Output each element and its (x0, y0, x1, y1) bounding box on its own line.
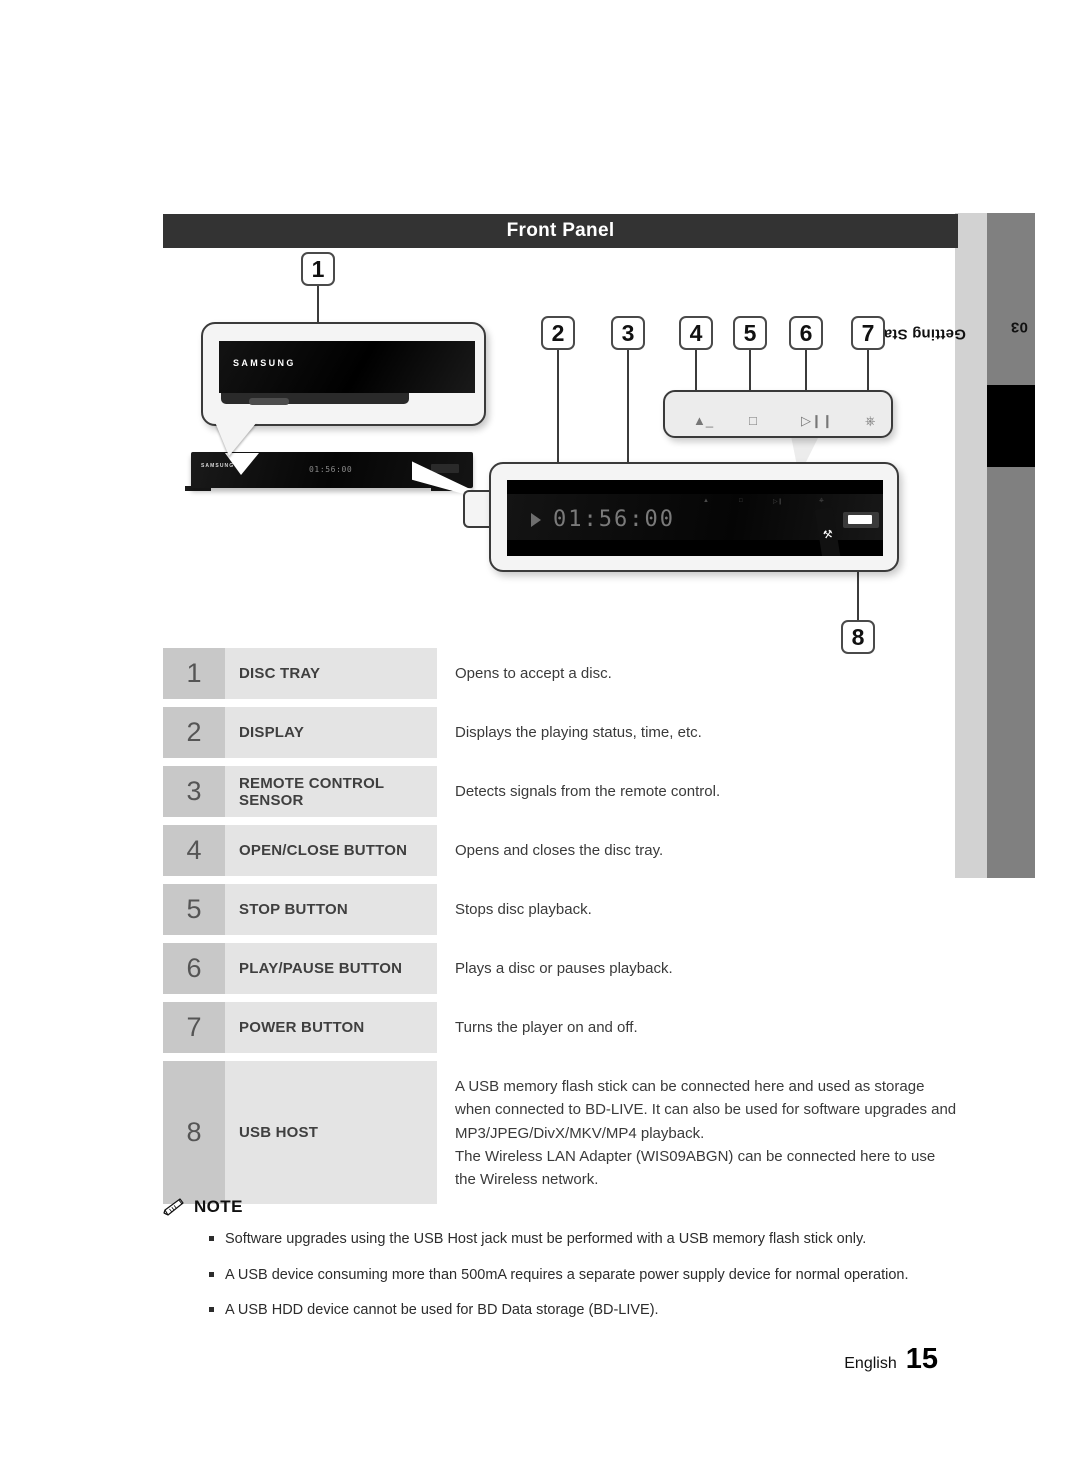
usb-trident-icon: ⚒ (822, 528, 834, 542)
table-row: 7 POWER BUTTON Turns the player on and o… (163, 1002, 958, 1053)
callout-badge-6: 6 (789, 316, 823, 350)
row-description: Detects signals from the remote control. (455, 782, 721, 800)
row-label: REMOTE CONTROL SENSOR (225, 766, 437, 817)
display-top-bezel (507, 480, 883, 494)
callout-badge-5: 5 (733, 316, 767, 350)
row-number: 2 (163, 707, 225, 758)
row-number: 6 (163, 943, 225, 994)
row-description: Stops disc playback. (455, 900, 592, 918)
row-label: STOP BUTTON (225, 884, 437, 935)
row-label: POWER BUTTON (225, 1002, 437, 1053)
note-item: A USB device consuming more than 500mA r… (209, 1266, 963, 1286)
callout-badge-7: 7 (851, 316, 885, 350)
note-section: NOTE Software upgrades using the USB Hos… (163, 1197, 963, 1337)
callout-badge-3: 3 (611, 316, 645, 350)
note-title: NOTE (194, 1197, 243, 1216)
disc-tray-front-face: SAMSUNG (219, 341, 475, 393)
disc-tray-base-detail (249, 398, 289, 405)
page-footer: English 15 (844, 1343, 938, 1376)
callout-badge-1: 1 (301, 252, 335, 286)
row-label: DISC TRAY (225, 648, 437, 699)
power-icon: ⎈ (865, 413, 876, 428)
row-description-paragraph-2: The Wireless LAN Adapter (WIS09ABGN) can… (455, 1147, 936, 1188)
row-description-paragraph-1: A USB memory flash stick can be connecte… (455, 1078, 957, 1142)
row-description: A USB memory flash stick can be connecte… (437, 1061, 958, 1204)
row-description: Plays a disc or pauses playback. (455, 959, 673, 977)
usb-host-port-opening (848, 515, 872, 524)
row-number: 7 (163, 1002, 225, 1053)
table-row: 6 PLAY/PAUSE BUTTON Plays a disc or paus… (163, 943, 958, 994)
note-heading: NOTE (163, 1197, 963, 1217)
note-items-list: Software upgrades using the USB Host jac… (209, 1230, 963, 1321)
callout-badge-8: 8 (841, 620, 875, 654)
row-number: 4 (163, 825, 225, 876)
callout-badge-2: 2 (541, 316, 575, 350)
footer-page-number: 15 (905, 1343, 938, 1375)
play-pause-icon: ▷❙❙ (801, 413, 833, 428)
side-tab-chapter-marker (987, 385, 1035, 467)
row-description: Opens to accept a disc. (455, 664, 612, 682)
panel-stop-icon: □ (739, 498, 743, 504)
table-row: 5 STOP BUTTON Stops disc playback. (163, 884, 958, 935)
side-tab-text: 03 Getting Started (855, 213, 1028, 878)
table-row: 3 REMOTE CONTROL SENSOR Detects signals … (163, 766, 958, 817)
disc-tray-zoom-bubble: SAMSUNG (201, 322, 486, 426)
page-title: Front Panel (163, 214, 958, 248)
eject-icon: ▲_ (693, 413, 714, 428)
chapter-side-tab: 03 Getting Started (855, 213, 1035, 878)
display-time-readout: 01:56:00 (553, 507, 675, 532)
panel-play-pause-icon: ▷❙ (773, 499, 783, 505)
row-description: Displays the playing status, time, etc. (455, 723, 702, 741)
row-label: USB HOST (225, 1061, 437, 1204)
row-label: DISPLAY (225, 707, 437, 758)
footer-language: English (844, 1355, 897, 1372)
display-zoom-bubble: 01:56:00 ▲ □ ▷❙ ⎈ ⚒ (489, 462, 899, 572)
disc-tray-bubble-tail (215, 422, 257, 456)
row-number: 3 (163, 766, 225, 817)
row-number: 5 (163, 884, 225, 935)
row-description: Opens and closes the disc tray. (455, 841, 664, 859)
row-label: PLAY/PAUSE BUTTON (225, 943, 437, 994)
stop-icon: □ (749, 413, 757, 428)
table-row: 4 OPEN/CLOSE BUTTON Opens and closes the… (163, 825, 958, 876)
row-number: 1 (163, 648, 225, 699)
control-buttons-zoom-bubble: ▲_ □ ▷❙❙ ⎈ (663, 390, 893, 438)
samsung-logo: SAMSUNG (233, 358, 296, 368)
callout-badge-4: 4 (679, 316, 713, 350)
panel-eject-icon: ▲ (703, 498, 709, 504)
table-row: 2 DISPLAY Displays the playing status, t… (163, 707, 958, 758)
front-panel-parts-table: 1 DISC TRAY Opens to accept a disc. 2 DI… (163, 648, 958, 1212)
front-display-panel: 01:56:00 ▲ □ ▷❙ ⎈ ⚒ (507, 480, 883, 556)
table-row: 1 DISC TRAY Opens to accept a disc. (163, 648, 958, 699)
pencil-icon (163, 1198, 184, 1216)
note-item: Software upgrades using the USB Host jac… (209, 1230, 963, 1250)
leader-line-8 (857, 572, 859, 622)
panel-power-icon: ⎈ (819, 498, 824, 504)
row-description: Turns the player on and off. (455, 1018, 638, 1036)
note-item: A USB HDD device cannot be used for BD D… (209, 1301, 963, 1321)
leader-line-1 (317, 286, 319, 322)
front-panel-diagram: 1 SAMSUNG 2 3 4 5 6 7 ▲_ □ ▷❙❙ ⎈ SAMSUNG… (163, 250, 958, 654)
table-row: 8 USB HOST A USB memory flash stick can … (163, 1061, 958, 1204)
display-play-indicator (531, 513, 541, 527)
row-label: OPEN/CLOSE BUTTON (225, 825, 437, 876)
row-number: 8 (163, 1061, 225, 1204)
